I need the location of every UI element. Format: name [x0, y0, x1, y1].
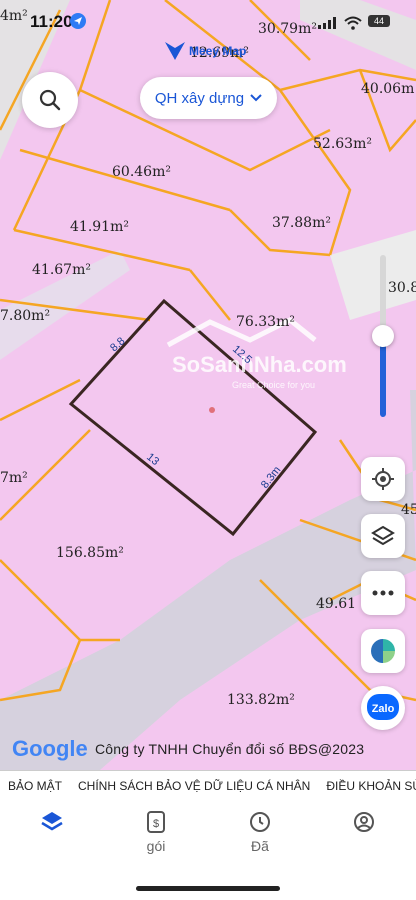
parcel-area-label[interactable]: 156.85m²	[56, 545, 124, 561]
copyright-text: Công ty TNHH Chuyển đổi số BĐS@2023	[95, 741, 365, 757]
signal-icon	[318, 16, 338, 34]
parcel-area-label[interactable]: 133.82m²	[227, 692, 295, 708]
home-indicator	[136, 886, 280, 891]
map-layers-button[interactable]	[361, 514, 405, 558]
statistics-button[interactable]	[361, 629, 405, 673]
search-button[interactable]	[22, 72, 78, 128]
planning-layer-select[interactable]: QH xây dựng	[140, 77, 277, 119]
search-icon	[39, 89, 61, 111]
google-logo-text: Google	[12, 736, 88, 761]
watermark-tagline: Great Choice for you	[232, 380, 315, 390]
tab-packages[interactable]: $ gói	[104, 810, 208, 854]
status-bar: 11:20 44	[0, 0, 416, 44]
crosshair-icon	[372, 468, 394, 490]
bottom-tab-bar: $ gói Đã	[0, 800, 416, 900]
price-tag-icon: $	[147, 811, 165, 833]
svg-text:$: $	[153, 818, 159, 830]
parcel-area-label[interactable]: 52.63m²	[313, 136, 372, 152]
watermark-brand: SoSanhNha.com	[172, 352, 347, 377]
app-logo: Meey Map	[165, 42, 246, 60]
svg-text:Zalo: Zalo	[372, 703, 395, 715]
parcel-area-label[interactable]: 37.88m²	[272, 215, 331, 231]
planning-layer-label: QH xây dựng	[154, 89, 245, 107]
tab-account[interactable]	[312, 810, 416, 838]
google-attribution-logo: Google	[12, 736, 88, 762]
battery-icon: 44	[368, 15, 390, 27]
pie-chart-icon	[371, 639, 395, 663]
parcel-area-label[interactable]: 7.80m²	[0, 308, 50, 324]
tab-history[interactable]: Đã	[208, 810, 312, 854]
zalo-icon: Zalo	[367, 694, 399, 720]
more-options-button[interactable]	[361, 571, 405, 615]
slider-fill	[380, 335, 386, 417]
terms-link[interactable]: ĐIỀU KHOẢN SỬ	[318, 779, 416, 793]
parcel-area-label[interactable]: 76.33m²	[236, 314, 295, 330]
meey-logo-icon	[165, 42, 185, 60]
opacity-slider[interactable]	[372, 255, 394, 420]
user-icon	[354, 812, 374, 832]
tab-label: gói	[146, 838, 166, 854]
policy-links-bar: BẢO MẬT CHÍNH SÁCH BẢO VỆ DỮ LIỆU CÁ NHÂ…	[0, 770, 416, 801]
parcel-area-label[interactable]: 45	[401, 502, 416, 518]
my-location-button[interactable]	[361, 457, 405, 501]
parcel-area-label[interactable]: 49.61	[316, 596, 356, 612]
more-dots-icon	[372, 590, 394, 596]
parcel-area-label[interactable]: 40.06m	[361, 81, 414, 97]
parcel-area-label[interactable]: 41.91m²	[70, 219, 129, 235]
tab-label: Đã	[251, 838, 269, 854]
privacy-link[interactable]: BẢO MẬT	[0, 779, 70, 793]
layers-icon	[41, 812, 63, 831]
parcel-area-label[interactable]: 41.67m²	[32, 262, 91, 278]
logo-text: Meey Map	[189, 44, 247, 58]
chevron-down-icon	[250, 94, 262, 102]
parcel-area-label[interactable]: 60.46m²	[112, 164, 171, 180]
slider-handle[interactable]	[372, 325, 394, 347]
parcel-area-label[interactable]: 7m²	[0, 470, 28, 486]
parcel-marker	[209, 407, 215, 413]
status-time: 11:20	[30, 12, 73, 31]
layers-icon	[371, 525, 395, 546]
tab-map-layers[interactable]	[0, 810, 104, 838]
location-arrow-icon	[70, 13, 86, 29]
wifi-icon	[344, 16, 362, 35]
zalo-chat-button[interactable]: Zalo	[361, 686, 405, 730]
data-protection-policy-link[interactable]: CHÍNH SÁCH BẢO VỆ DỮ LIỆU CÁ NHÂN	[70, 779, 318, 793]
slider-track	[380, 255, 386, 335]
clock-icon	[250, 812, 270, 832]
